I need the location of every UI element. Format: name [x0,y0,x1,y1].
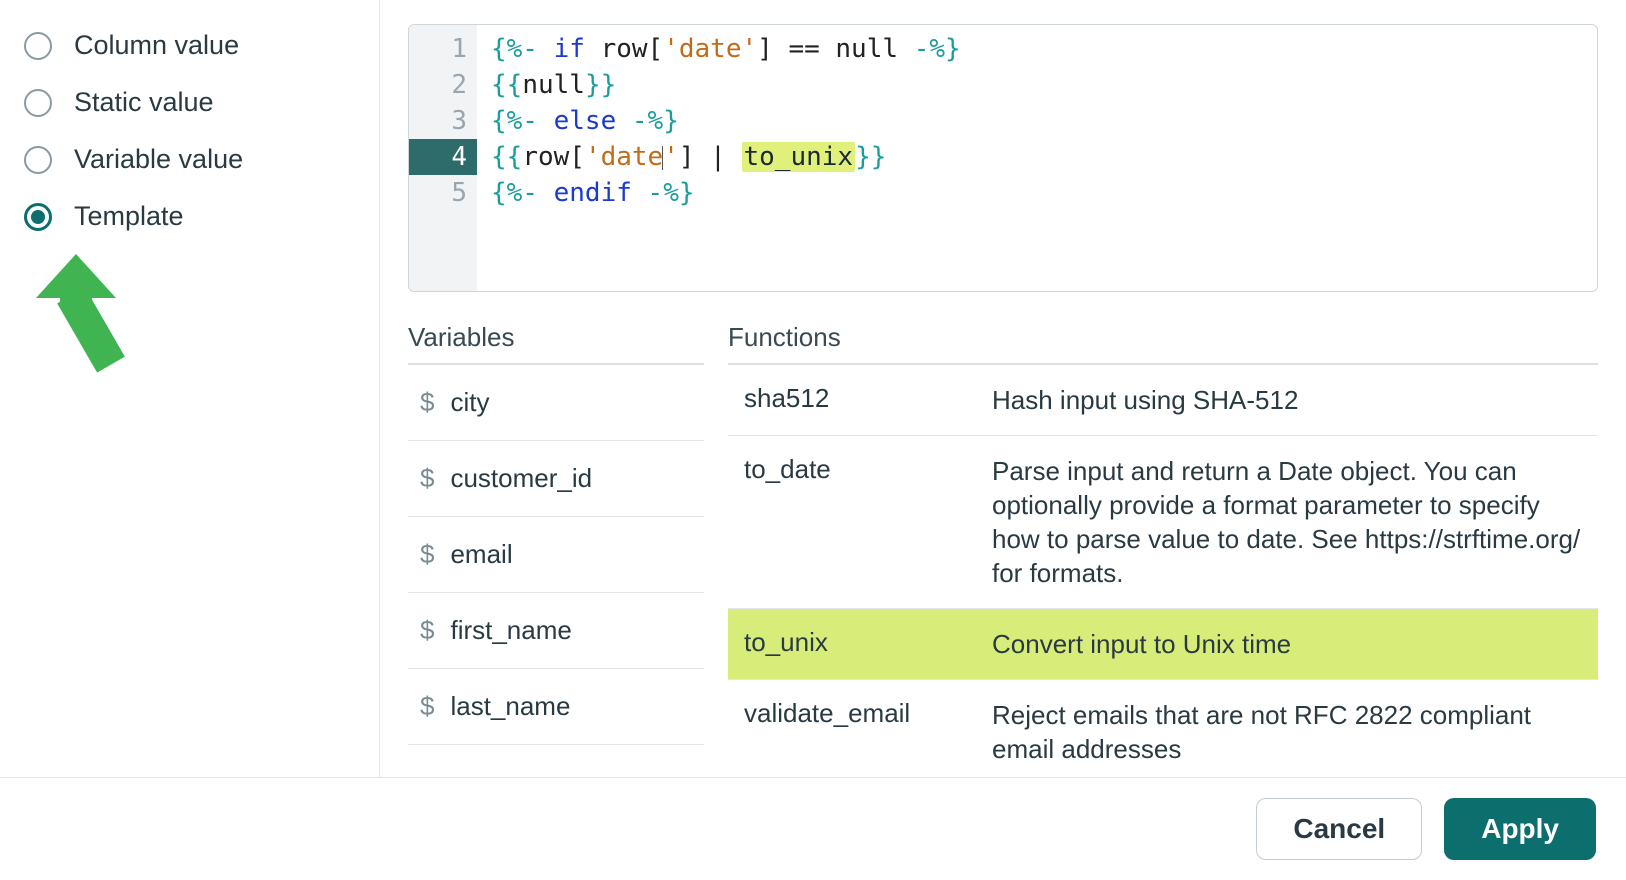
code-line[interactable]: {{null}} [491,67,961,103]
variable-name: city [450,387,489,418]
line-number: 5 [419,175,467,211]
dollar-icon: $ [420,387,434,418]
radio-label: Column value [74,30,239,61]
dollar-icon: $ [420,615,434,646]
code-editor[interactable]: 12345 {%- if row['date'] == null -%}{{nu… [408,24,1598,292]
line-gutter: 12345 [409,25,477,291]
radio-icon [24,89,52,117]
dollar-icon: $ [420,539,434,570]
top-section: Column value Static value Variable value… [0,0,1626,778]
code-token: {{ [491,142,522,172]
code-token: ' [663,142,679,172]
variable-name: first_name [450,615,571,646]
variables-column: Variables $ city $ customer_id $ email $ first_… [408,322,704,765]
code-token: row[ [522,142,585,172]
apply-button[interactable]: Apply [1444,798,1596,860]
dollar-icon: $ [420,691,434,722]
code-token: {{ [491,70,522,100]
function-description: Hash input using SHA-512 [992,383,1298,417]
function-name: to_unix [744,627,964,661]
code-token: ] | [679,142,742,172]
variable-name: email [450,539,512,570]
annotation-arrow [26,254,186,439]
function-name: sha512 [744,383,964,417]
page-root: Column value Static value Variable value… [0,0,1626,880]
variable-row[interactable]: $ last_name [408,669,704,745]
code-token: -%} [632,178,695,208]
code-token: -%} [914,34,961,64]
sidebar: Column value Static value Variable value… [0,0,380,777]
variable-row[interactable]: $ email [408,517,704,593]
code-line[interactable]: {%- else -%} [491,103,961,139]
code-token: if [554,34,585,64]
code-line[interactable]: {%- endif -%} [491,175,961,211]
variable-row[interactable]: $ first_name [408,593,704,669]
radio-label: Template [74,201,184,232]
radio-column-value[interactable]: Column value [24,30,355,61]
footer: Cancel Apply [0,778,1626,880]
code-token: else [554,106,617,136]
function-row[interactable]: to_dateParse input and return a Date obj… [728,436,1598,609]
line-number: 4 [409,139,477,175]
function-row[interactable]: sha512 Hash input using SHA-512 [728,365,1598,436]
radio-template[interactable]: Template [24,201,355,232]
variable-name: last_name [450,691,570,722]
cancel-button[interactable]: Cancel [1256,798,1422,860]
variable-name: customer_id [450,463,592,494]
code-token: 'date [585,142,663,172]
function-row[interactable]: to_unix Convert input to Unix time [728,609,1598,680]
code-token: to_unix [742,142,856,172]
code-token: row[ [585,34,663,64]
reference-tables: Variables $ city $ customer_id $ email $ first_… [408,322,1598,765]
radio-label: Variable value [74,144,243,175]
code-line[interactable]: {{row['date'] | to_unix}} [491,139,961,175]
code-token: null [522,70,585,100]
line-number: 3 [419,103,467,139]
code-token: -%} [616,106,679,136]
variables-list: $ city $ customer_id $ email $ first_name $ last_… [408,365,704,745]
functions-column: Functions sha512 Hash input using SHA-512… [728,322,1598,765]
code-token: {%- [491,178,554,208]
radio-icon [24,32,52,60]
functions-list: sha512 Hash input using SHA-512 to_datePar… [728,365,1598,765]
dollar-icon: $ [420,463,434,494]
code-token: {%- [491,34,554,64]
radio-static-value[interactable]: Static value [24,87,355,118]
code-token: {%- [491,106,554,136]
function-description: Convert input to Unix time [992,627,1291,661]
function-description: Reject emails that are not RFC 2822 comp… [992,698,1582,765]
radio-icon [24,203,52,231]
variable-row[interactable]: $ customer_id [408,441,704,517]
function-name: to_date [744,454,964,590]
code-token: }} [855,142,886,172]
radio-variable-value[interactable]: Variable value [24,144,355,175]
radio-label: Static value [74,87,214,118]
variable-row[interactable]: $ city [408,365,704,441]
functions-header: Functions [728,322,1598,365]
code-token: }} [585,70,616,100]
line-number: 1 [419,31,467,67]
main-panel: 12345 {%- if row['date'] == null -%}{{nu… [380,0,1626,777]
function-description: Parse input and return a Date object. Yo… [992,454,1582,590]
code-token: 'date' [663,34,757,64]
radio-list: Column value Static value Variable value… [24,30,355,232]
code-line[interactable]: {%- if row['date'] == null -%} [491,31,961,67]
line-number: 2 [419,67,467,103]
code-token: endif [554,178,632,208]
function-name: validate_email [744,698,964,765]
code-token: ] == null [757,34,914,64]
function-row[interactable]: validate_email Reject emails that are not… [728,680,1598,765]
radio-icon [24,146,52,174]
code-area[interactable]: {%- if row['date'] == null -%}{{null}}{%… [477,25,975,291]
variables-header: Variables [408,322,704,365]
